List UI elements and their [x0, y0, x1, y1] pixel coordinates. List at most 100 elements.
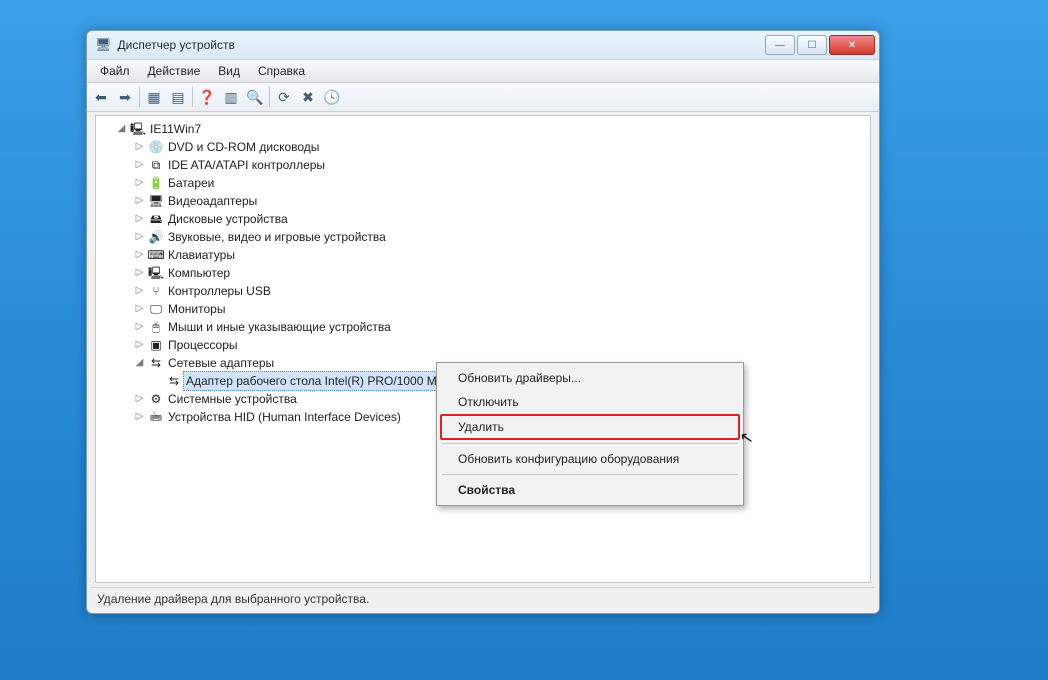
minimize-button[interactable]: —: [765, 35, 795, 55]
find-button[interactable]: 🔍: [243, 85, 267, 109]
device-icon: 🔊: [148, 229, 164, 245]
tree-item-label: IDE ATA/ATAPI контроллеры: [168, 156, 325, 174]
tree-item[interactable]: ▷⑂Контроллеры USB: [102, 282, 864, 300]
tree-item-label: Клавиатуры: [168, 246, 235, 264]
device-icon: 💿: [148, 139, 164, 155]
expander-icon[interactable]: ▷: [134, 282, 145, 300]
refresh-button[interactable]: ⟳: [272, 85, 296, 109]
tree-item-label: IE11Win7: [150, 120, 201, 138]
device-icon: ⚙: [148, 391, 164, 407]
help-button[interactable]: ❓: [195, 85, 219, 109]
status-bar: Удаление драйвера для выбранного устройс…: [91, 587, 875, 610]
expander-icon[interactable]: ▷: [134, 192, 145, 210]
properties-button[interactable]: ▤: [166, 85, 190, 109]
ctx-disable[interactable]: Отключить: [440, 390, 740, 414]
tree-item[interactable]: ▷▣Процессоры: [102, 336, 864, 354]
expander-icon[interactable]: ▷: [134, 246, 145, 264]
back-button[interactable]: ⬅: [89, 85, 113, 109]
ctx-refresh-hw[interactable]: Обновить конфигурацию оборудования: [440, 447, 740, 471]
ctx-label: Удалить: [458, 420, 504, 434]
device-icon: ⇆: [166, 373, 182, 389]
ctx-label: Отключить: [458, 395, 519, 409]
tree-item-label: Системные устройства: [168, 390, 297, 408]
tree-item-label: Дисковые устройства: [168, 210, 288, 228]
device-icon: ⇆: [148, 355, 164, 371]
expander-icon[interactable]: ▷: [134, 138, 145, 156]
tree-item[interactable]: ▷🔊Звуковые, видео и игровые устройства: [102, 228, 864, 246]
device-icon: 🔋: [148, 175, 164, 191]
device-icon: 🖮: [148, 409, 164, 425]
device-icon: 🖴: [148, 211, 164, 227]
device-icon: 🖱: [148, 319, 164, 335]
ctx-properties[interactable]: Свойства: [440, 478, 740, 502]
expander-icon[interactable]: ▷: [134, 408, 145, 426]
expander-icon[interactable]: ▷: [134, 210, 145, 228]
scan-button[interactable]: 🕓: [320, 85, 344, 109]
expander-icon[interactable]: ▷: [134, 156, 145, 174]
ctx-label: Обновить конфигурацию оборудования: [458, 452, 679, 466]
device-icon: 🖥: [148, 193, 164, 209]
tree-item[interactable]: ▷⧉IDE ATA/ATAPI контроллеры: [102, 156, 864, 174]
device-icon: 🖵: [148, 301, 164, 317]
expander-icon[interactable]: ▷: [134, 336, 145, 354]
separator: [442, 443, 738, 444]
window-title: Диспетчер устройств: [118, 38, 765, 52]
tree-item-label: DVD и CD-ROM дисководы: [168, 138, 319, 156]
menu-file[interactable]: Файл: [91, 62, 139, 80]
titlebar[interactable]: 🖥 Диспетчер устройств — ☐ ✕: [87, 31, 879, 60]
maximize-button[interactable]: ☐: [797, 35, 827, 55]
expander-icon[interactable]: ▷: [134, 390, 145, 408]
status-text: Удаление драйвера для выбранного устройс…: [97, 592, 369, 606]
tree-item[interactable]: ▷🖴Дисковые устройства: [102, 210, 864, 228]
separator: [192, 87, 193, 107]
separator: [139, 87, 140, 107]
forward-button[interactable]: ➡: [113, 85, 137, 109]
tree-item[interactable]: ▷🔋Батареи: [102, 174, 864, 192]
ctx-update-drivers[interactable]: Обновить драйверы...: [440, 366, 740, 390]
menu-action[interactable]: Действие: [139, 62, 210, 80]
tree-item-label: Компьютер: [168, 264, 230, 282]
uninstall-button[interactable]: ✖: [296, 85, 320, 109]
tree-item[interactable]: ▷🖵Мониторы: [102, 300, 864, 318]
tree-item-label: Видеоадаптеры: [168, 192, 257, 210]
tree-item[interactable]: ▷🖥Видеоадаптеры: [102, 192, 864, 210]
ctx-delete[interactable]: Удалить: [440, 414, 740, 440]
expander-icon[interactable]: ▷: [134, 300, 145, 318]
tree-item[interactable]: ▷⌨Клавиатуры: [102, 246, 864, 264]
show-button[interactable]: ▥: [219, 85, 243, 109]
expander-icon[interactable]: ◢: [116, 120, 127, 138]
device-icon: 🖳: [148, 265, 164, 281]
show-hide-tree-button[interactable]: ▦: [142, 85, 166, 109]
tree-item[interactable]: ▷🖳Компьютер: [102, 264, 864, 282]
tree-item[interactable]: ◢🖳IE11Win7: [102, 120, 864, 138]
menubar: Файл Действие Вид Справка: [87, 60, 879, 83]
tree-item-label: Устройства HID (Human Interface Devices): [168, 408, 401, 426]
tree-item[interactable]: ▷💿DVD и CD-ROM дисководы: [102, 138, 864, 156]
tree-panel: ◢🖳IE11Win7▷💿DVD и CD-ROM дисководы▷⧉IDE …: [95, 115, 871, 583]
device-icon: ⑂: [148, 283, 164, 299]
expander-icon[interactable]: ▷: [134, 228, 145, 246]
device-icon: ⧉: [148, 157, 164, 173]
context-menu: Обновить драйверы... Отключить Удалить О…: [436, 362, 744, 506]
device-icon: ▣: [148, 337, 164, 353]
close-button[interactable]: ✕: [829, 35, 875, 55]
tree-item-label: Контроллеры USB: [168, 282, 271, 300]
separator: [442, 474, 738, 475]
expander-icon[interactable]: ▷: [134, 264, 145, 282]
expander-icon[interactable]: ▷: [134, 174, 145, 192]
tree-item-label: Мыши и иные указывающие устройства: [168, 318, 391, 336]
menu-help[interactable]: Справка: [249, 62, 314, 80]
tree-item-label: Сетевые адаптеры: [168, 354, 274, 372]
app-icon: 🖥: [95, 37, 112, 53]
separator: [269, 87, 270, 107]
tree-item-label: Батареи: [168, 174, 214, 192]
toolbar: ⬅ ➡ ▦ ▤ ❓ ▥ 🔍 ⟳ ✖ 🕓: [87, 83, 879, 112]
tree-item[interactable]: ▷🖱Мыши и иные указывающие устройства: [102, 318, 864, 336]
tree-item-label: Звуковые, видео и игровые устройства: [168, 228, 386, 246]
expander-icon[interactable]: ▷: [134, 318, 145, 336]
tree-item-label: Мониторы: [168, 300, 225, 318]
ctx-label: Обновить драйверы...: [458, 371, 581, 385]
device-icon: ⌨: [148, 247, 164, 263]
menu-view[interactable]: Вид: [209, 62, 249, 80]
expander-icon[interactable]: ◢: [134, 354, 145, 372]
